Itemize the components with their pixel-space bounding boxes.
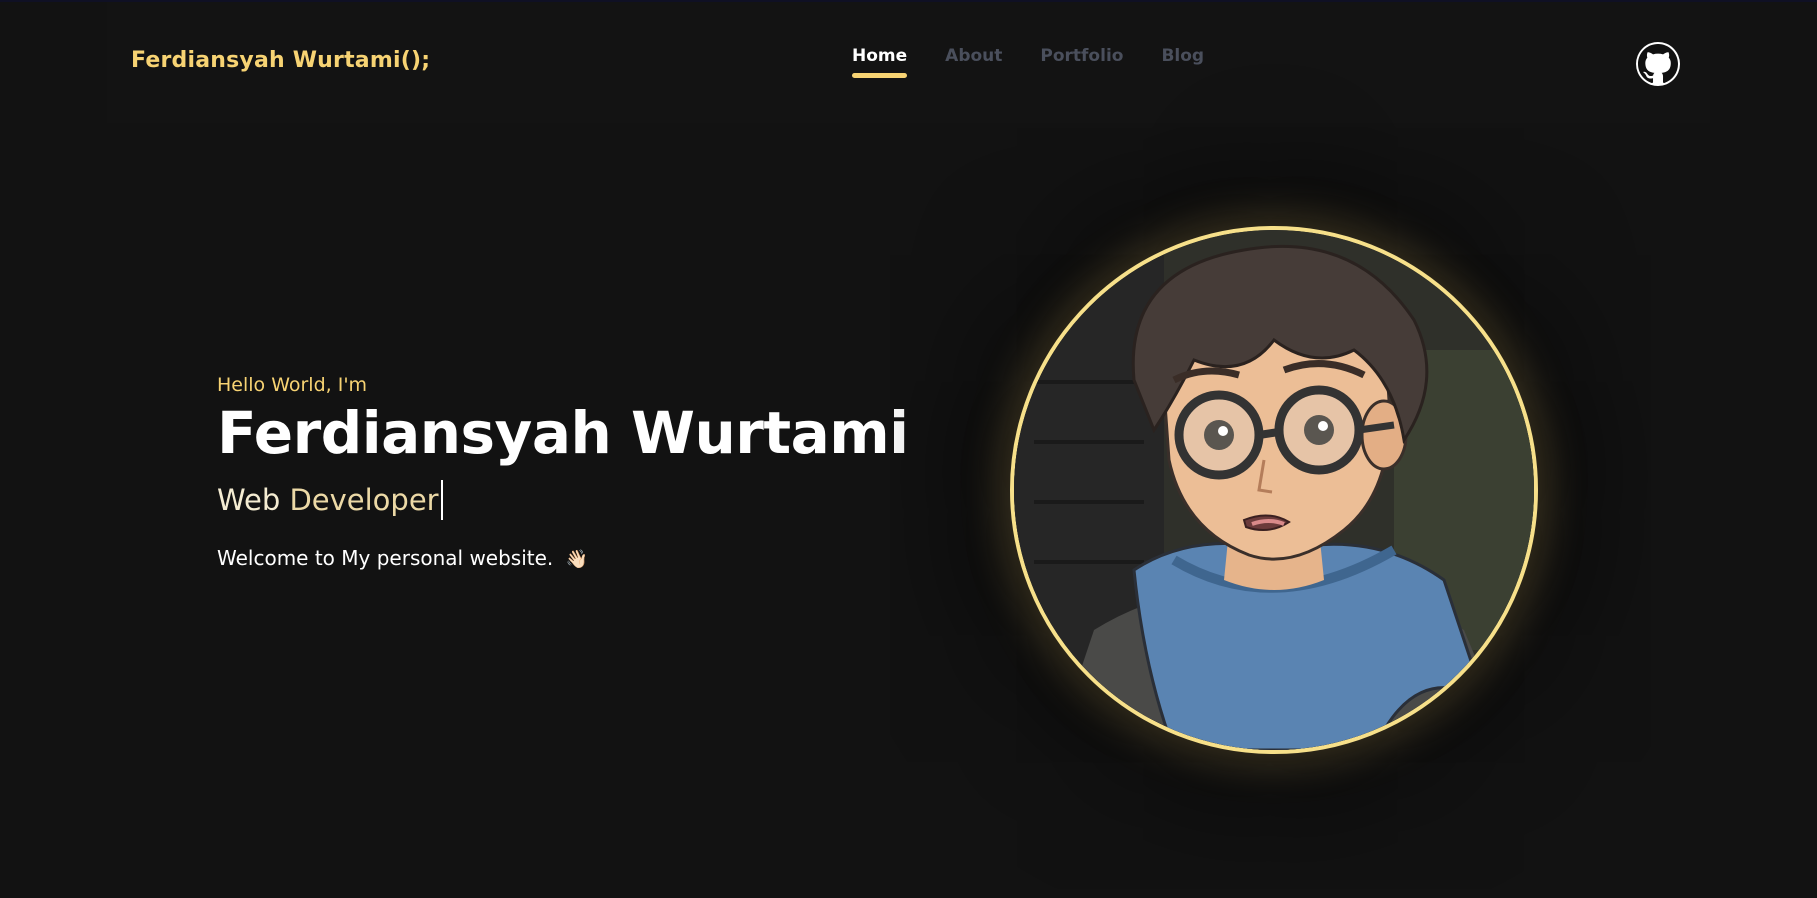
wave-icon: 👋🏻 <box>565 548 589 570</box>
nav-about-label: About <box>945 46 1003 66</box>
nav-portfolio-label: Portfolio <box>1040 46 1124 66</box>
hero-greeting: Hello World, I'm <box>217 374 368 396</box>
hero-name: Ferdiansyah Wurtami <box>217 399 909 467</box>
site-header: Ferdiansyah Wurtami(); Home About Portfo… <box>107 2 1710 123</box>
nav-portfolio[interactable]: Portfolio <box>1040 46 1123 66</box>
nav-home[interactable]: Home <box>852 46 908 78</box>
nav-about[interactable]: About <box>945 46 1002 66</box>
role-word-2: Developer <box>289 482 439 517</box>
page: Ferdiansyah Wurtami(); Home About Portfo… <box>0 0 1817 898</box>
hero-welcome: Welcome to My personal website. 👋🏻 <box>217 546 909 570</box>
profile-avatar <box>1010 226 1538 754</box>
typing-cursor <box>440 479 443 520</box>
welcome-text: Welcome to My personal website. <box>217 545 554 570</box>
main-nav: Home About Portfolio Blog <box>852 46 1204 78</box>
brand-logo[interactable]: Ferdiansyah Wurtami(); <box>131 48 430 73</box>
nav-active-indicator <box>852 73 908 78</box>
nav-blog[interactable]: Blog <box>1161 46 1204 66</box>
github-link[interactable] <box>1636 42 1680 86</box>
nav-blog-label: Blog <box>1161 46 1205 66</box>
role-word-1: Web <box>217 482 281 517</box>
github-icon <box>1638 44 1678 84</box>
hero-section: Hello World, I'm Ferdiansyah Wurtami Web… <box>217 374 909 570</box>
hero-role: Web Developer <box>217 479 909 520</box>
avatar-illustration <box>1014 230 1534 750</box>
nav-home-label: Home <box>852 46 908 66</box>
